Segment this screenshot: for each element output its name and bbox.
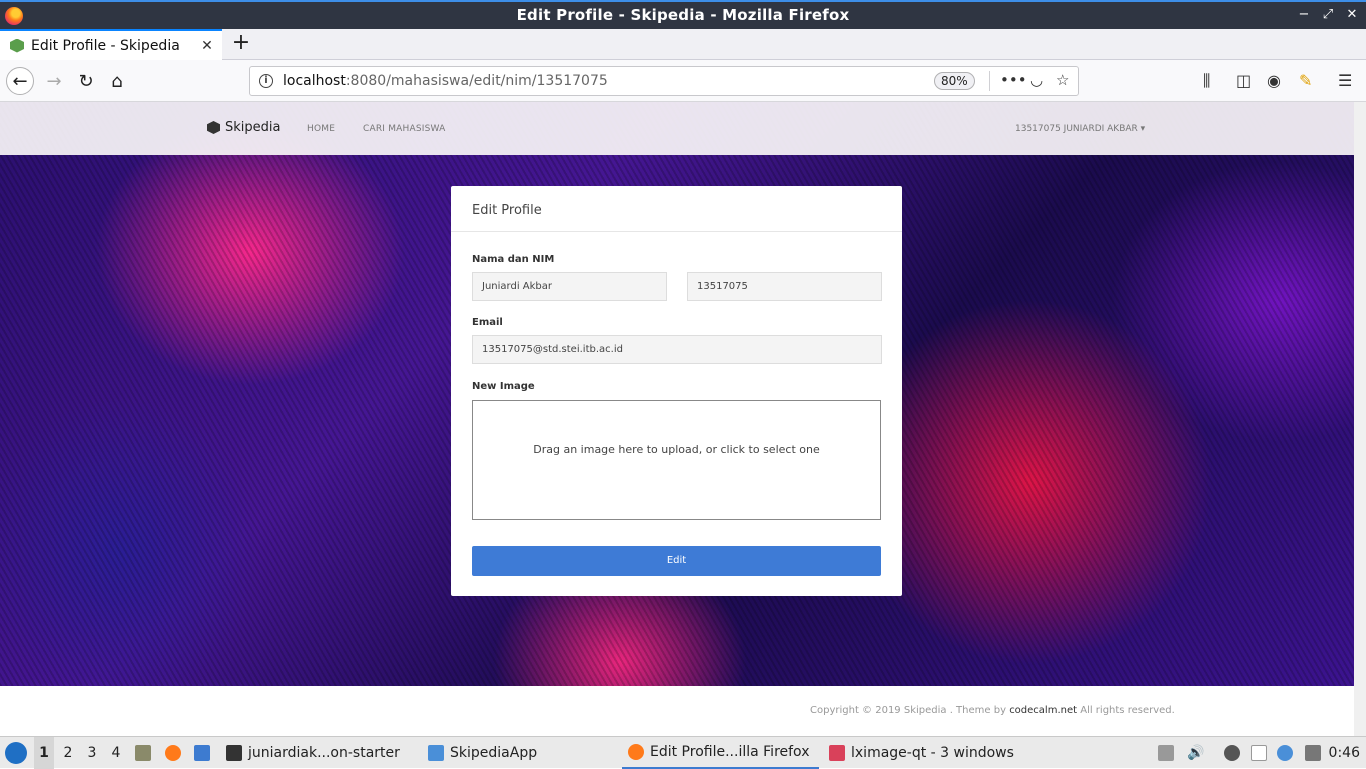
window-title: Edit Profile - Skipedia - Mozilla Firefo…	[516, 6, 850, 24]
taskbar-lximage-task[interactable]: lximage-qt - 3 windows	[829, 737, 1014, 769]
edit-submit-button[interactable]: Edit	[472, 546, 881, 576]
email-input[interactable]: 13517075@std.stei.itb.ac.id	[472, 335, 882, 364]
close-icon[interactable]: ✕	[1346, 7, 1358, 22]
desktop-launcher-icon[interactable]	[194, 737, 216, 769]
menu-hamburger-icon[interactable]: ☰	[1338, 71, 1352, 90]
page-scrollbar[interactable]	[1354, 102, 1366, 736]
folder-icon	[428, 745, 444, 761]
workspace-3-button[interactable]: 3	[82, 737, 102, 769]
dropzone-message: Drag an image here to upload, or click t…	[533, 443, 820, 456]
taskbar-terminal-task[interactable]: juniardiak...on-starter	[226, 737, 400, 769]
email-label: Email	[472, 317, 503, 328]
terminal-icon	[226, 745, 242, 761]
edit-profile-card: Edit Profile Nama dan NIM Juniardi Akbar…	[451, 186, 902, 596]
bookmark-star-icon[interactable]: ☆	[1056, 71, 1069, 89]
workspace-1-button[interactable]: 1	[34, 737, 54, 769]
site-brand[interactable]: Skipedia	[207, 120, 280, 135]
home-icon[interactable]: ⌂	[103, 67, 131, 95]
clock[interactable]: 0:46	[1329, 737, 1360, 769]
card-title: Edit Profile	[451, 186, 902, 232]
desktop-taskbar: 1 2 3 4 juniardiak...on-starter Skipedia…	[0, 736, 1366, 769]
footer-theme-link[interactable]: codecalm.net	[1009, 705, 1077, 716]
maximize-icon[interactable]: ⤢	[1322, 7, 1334, 22]
footer-rights: All rights reserved.	[1080, 705, 1175, 716]
tray-network-icon[interactable]	[1224, 737, 1246, 769]
tab-close-icon[interactable]: ✕	[198, 38, 216, 54]
brand-name: Skipedia	[225, 120, 281, 135]
site-header: Skipedia HOME CARI MAHASISWA 13517075 JU…	[0, 102, 1354, 155]
page-footer: Copyright © 2019 Skipedia . Theme by cod…	[810, 705, 1175, 716]
taskbar-skipediaapp-task[interactable]: SkipediaApp	[428, 737, 537, 769]
forward-arrow-icon[interactable]: →	[40, 67, 68, 95]
name-input[interactable]: Juniardi Akbar	[472, 272, 667, 301]
start-menu-icon[interactable]	[5, 742, 27, 764]
page-actions-icon[interactable]: •••	[1000, 71, 1027, 89]
minimize-icon[interactable]: −	[1298, 7, 1310, 22]
pocket-icon[interactable]: ◡	[1030, 71, 1043, 89]
site-info-icon[interactable]: i	[259, 74, 273, 88]
footer-copyright: Copyright © 2019 Skipedia . Theme by	[810, 705, 1006, 716]
window-controls: − ⤢ ✕	[1298, 7, 1358, 22]
user-menu-dropdown[interactable]: 13517075 JUNIARDI AKBAR ▾	[1015, 124, 1145, 134]
tab-edit-profile[interactable]: Edit Profile - Skipedia ✕	[0, 29, 222, 60]
tray-eject-icon[interactable]	[1158, 737, 1180, 769]
sidebar-icon[interactable]: ◫	[1236, 71, 1251, 90]
taskbar-firefox-task[interactable]: Edit Profile...illa Firefox	[622, 737, 819, 769]
workspace-4-button[interactable]: 4	[106, 737, 126, 769]
window-titlebar: Edit Profile - Skipedia - Mozilla Firefo…	[0, 0, 1366, 29]
nim-input[interactable]: 13517075	[687, 272, 882, 301]
reload-icon[interactable]: ↻	[72, 67, 100, 95]
clipboard-icon[interactable]	[1251, 737, 1273, 769]
tab-label: Edit Profile - Skipedia	[31, 37, 180, 54]
firefox-launcher-icon[interactable]	[165, 737, 187, 769]
navigation-toolbar: ← → ↻ ⌂ i localhost:8080/mahasiswa/edit/…	[0, 60, 1366, 102]
new-image-label: New Image	[472, 381, 535, 392]
tab-bar: Edit Profile - Skipedia ✕ +	[0, 29, 1366, 60]
image-viewer-icon	[829, 745, 845, 761]
zoom-level-button[interactable]: 80%	[934, 72, 975, 90]
address-bar[interactable]: i localhost:8080/mahasiswa/edit/nim/1351…	[249, 66, 1079, 96]
account-icon[interactable]: ◉	[1267, 71, 1281, 90]
cube-logo-icon	[207, 121, 220, 134]
nav-cari-mahasiswa-link[interactable]: CARI MAHASISWA	[363, 124, 446, 134]
library-icon[interactable]: ⫼	[1203, 71, 1210, 91]
url-text[interactable]: localhost:8080/mahasiswa/edit/nim/135170…	[283, 73, 608, 89]
new-tab-icon[interactable]: +	[230, 31, 252, 57]
extension-icon[interactable]: ✎	[1299, 71, 1312, 90]
volume-icon[interactable]: 🔊	[1187, 737, 1204, 769]
workspace-2-button[interactable]: 2	[58, 737, 78, 769]
back-arrow-icon[interactable]: ←	[6, 67, 34, 95]
image-dropzone[interactable]: Drag an image here to upload, or click t…	[472, 400, 881, 520]
skipedia-favicon-icon	[10, 38, 24, 53]
page-viewport: Skipedia HOME CARI MAHASISWA 13517075 JU…	[0, 102, 1354, 736]
file-manager-launcher-icon[interactable]	[135, 737, 157, 769]
firefox-icon	[628, 744, 644, 760]
nav-home-link[interactable]: HOME	[307, 124, 335, 134]
notification-icon[interactable]	[1277, 737, 1299, 769]
urlbar-separator	[989, 71, 990, 91]
name-nim-label: Nama dan NIM	[472, 254, 555, 265]
battery-icon[interactable]	[1305, 737, 1327, 769]
